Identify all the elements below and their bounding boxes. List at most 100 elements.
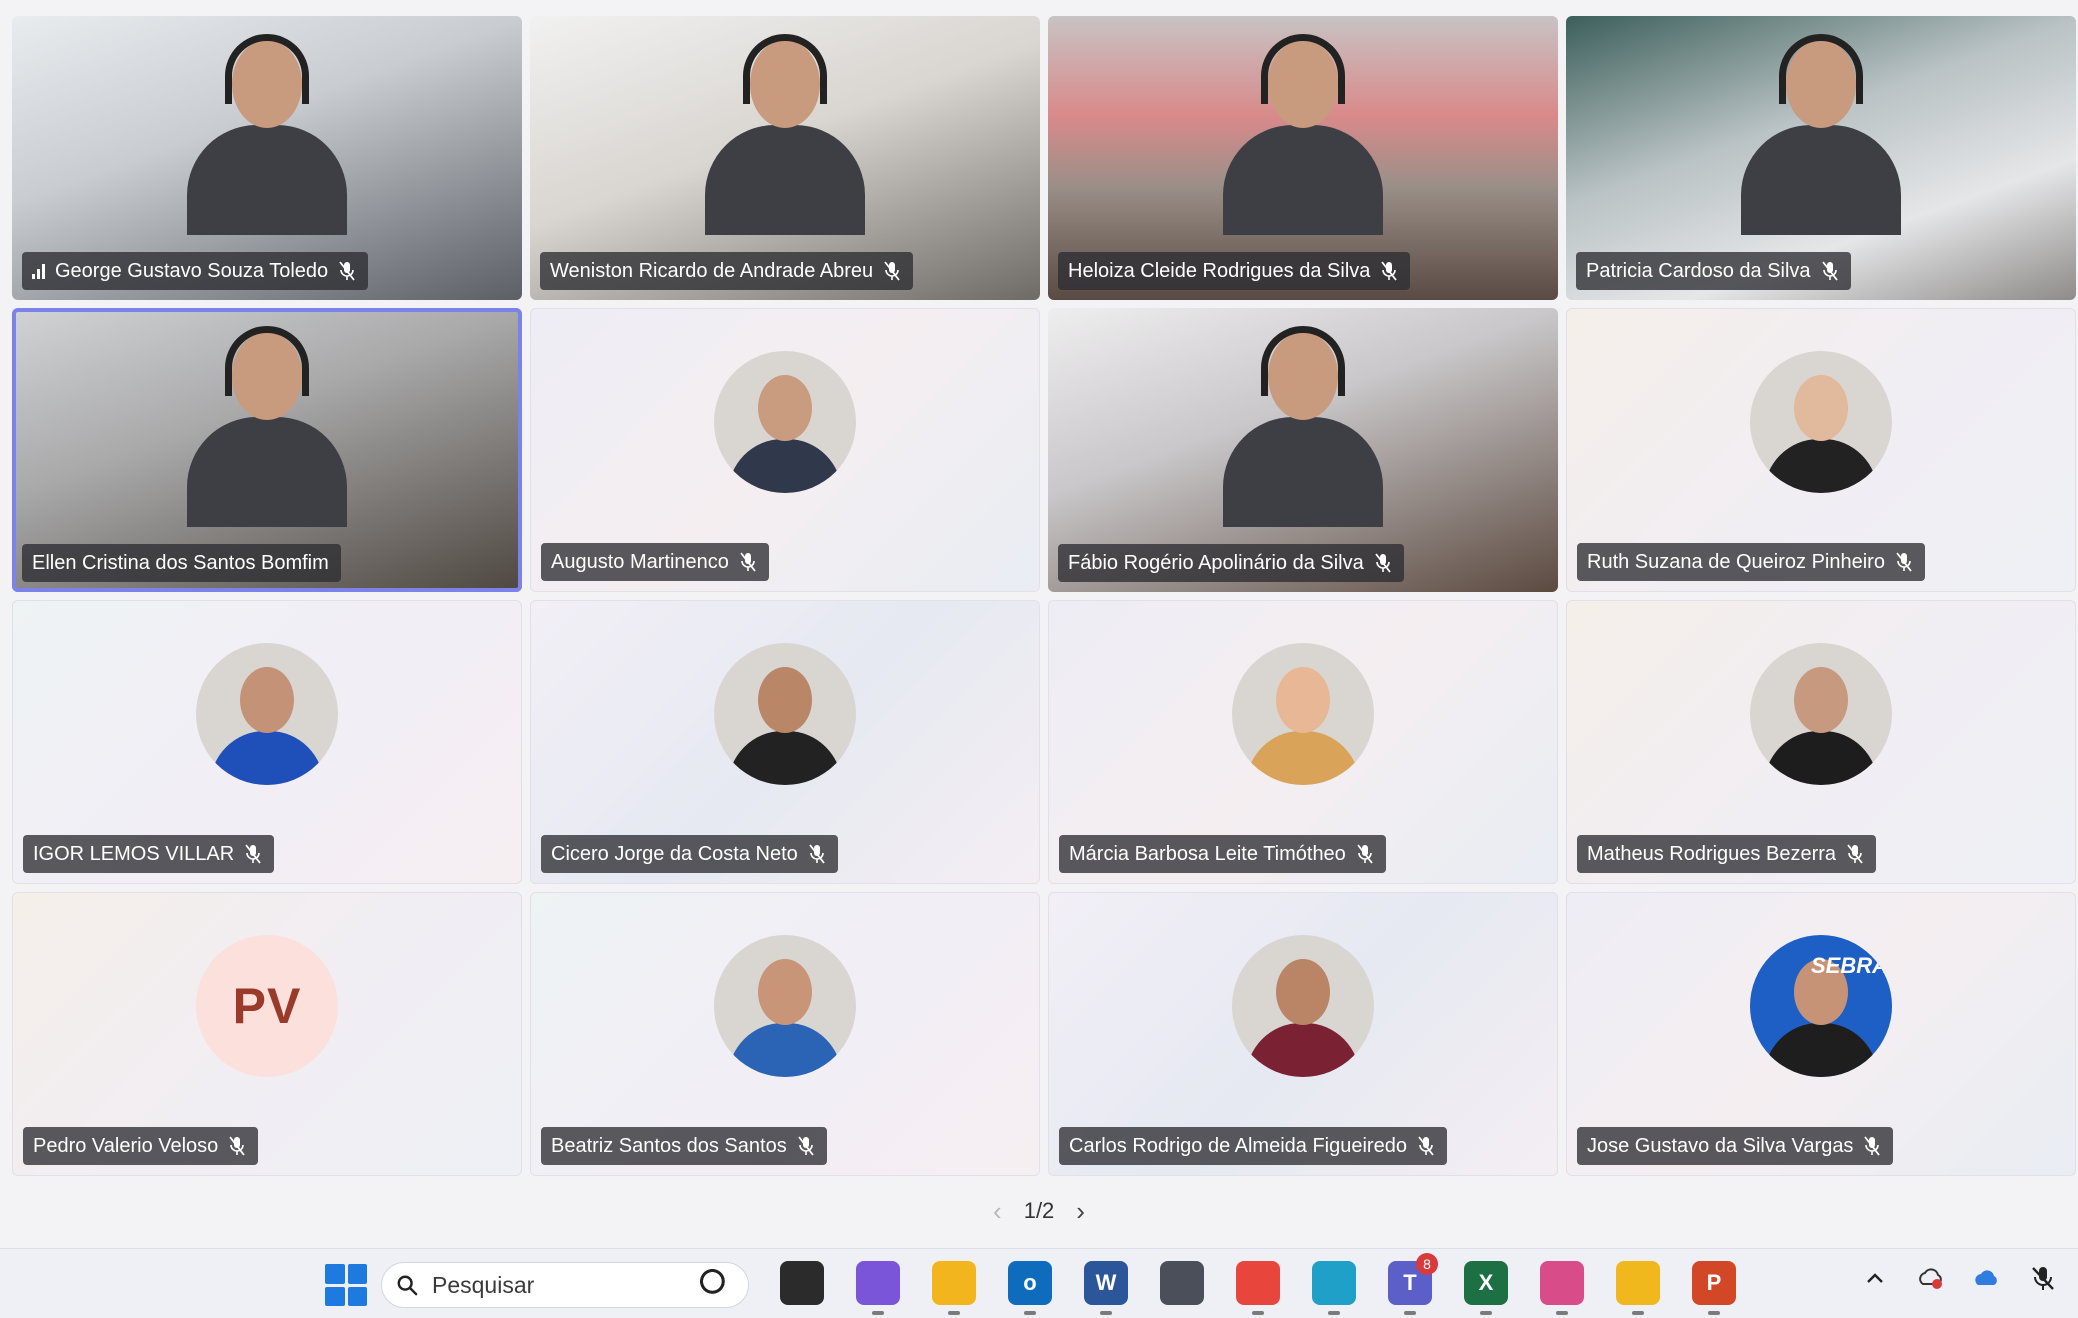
mic-muted-icon — [1381, 261, 1398, 281]
snipping-tool-icon[interactable] — [1540, 1261, 1584, 1315]
participant-name-tag: Augusto Martinenco — [541, 543, 769, 581]
task-view-icon[interactable] — [780, 1261, 824, 1305]
participant-tile[interactable]: SEBRA Jose Gustavo da Silva Vargas — [1566, 892, 2076, 1176]
participant-name-tag: Fábio Rogério Apolinário da Silva — [1058, 544, 1404, 582]
participant-tile[interactable]: Augusto Martinenco — [530, 308, 1040, 592]
app-glyph: X — [1478, 1270, 1494, 1295]
next-page-button[interactable]: › — [1076, 1196, 1085, 1227]
mic-muted-icon — [1896, 552, 1912, 572]
participant-avatar — [1750, 642, 1892, 785]
excel-icon[interactable]: X — [1464, 1261, 1508, 1315]
participant-video — [1223, 30, 1383, 235]
app-glyph: P — [1706, 1270, 1722, 1295]
participant-avatar — [714, 934, 856, 1077]
teams-icon[interactable]: T8 — [1388, 1253, 1438, 1315]
participant-name-tag: Patricia Cardoso da Silva — [1576, 252, 1851, 290]
participant-name: George Gustavo Souza Toledo — [55, 259, 329, 282]
participant-avatar — [714, 350, 856, 493]
onedrive-icon[interactable] — [1972, 1263, 2002, 1293]
mic-muted-icon — [1847, 844, 1863, 864]
m365-copilot-icon[interactable] — [856, 1261, 900, 1315]
running-indicator — [1100, 1311, 1112, 1315]
app-glyph: W — [1095, 1270, 1117, 1295]
participant-name: Jose Gustavo da Silva Vargas — [1587, 1134, 1854, 1157]
participant-tile[interactable]: PV Pedro Valerio Veloso — [12, 892, 522, 1176]
participant-name-tag: Jose Gustavo da Silva Vargas — [1577, 1127, 1894, 1165]
participant-tile[interactable]: Weniston Ricardo de Andrade Abreu — [530, 16, 1040, 300]
participant-name: Ellen Cristina dos Santos Bomfim — [32, 551, 329, 574]
edge-icon[interactable] — [1312, 1261, 1356, 1315]
participant-tile[interactable]: Carlos Rodrigo de Almeida Figueiredo — [1048, 892, 1558, 1176]
chevron-up-icon[interactable] — [1860, 1263, 1890, 1293]
page-navigator: ‹ 1/2 › — [0, 1196, 2078, 1226]
participant-name: Márcia Barbosa Leite Timótheo — [1069, 842, 1346, 865]
mic-muted-icon — [1418, 1136, 1434, 1156]
participant-name: Carlos Rodrigo de Almeida Figueiredo — [1069, 1134, 1407, 1157]
participant-name: Weniston Ricardo de Andrade Abreu — [550, 259, 874, 282]
participant-tile[interactable]: George Gustavo Souza Toledo — [12, 16, 522, 300]
participant-name: Cicero Jorge da Costa Neto — [551, 842, 798, 865]
chrome-icon[interactable] — [1616, 1261, 1660, 1315]
windows-taskbar: Pesquisar o W T8 X P — [0, 1248, 2078, 1318]
mic-muted-icon — [884, 261, 900, 281]
participant-tile[interactable]: Heloiza Cleide Rodrigues da Silva — [1048, 16, 1558, 300]
participant-name-tag: Weniston Ricardo de Andrade Abreu — [540, 252, 914, 290]
running-indicator — [1328, 1311, 1340, 1315]
participant-name: Ruth Suzana de Queiroz Pinheiro — [1587, 550, 1885, 573]
participant-tile[interactable]: Patricia Cardoso da Silva — [1566, 16, 2076, 300]
calculator-icon[interactable] — [1160, 1261, 1204, 1305]
participant-video — [187, 322, 347, 527]
running-indicator — [1404, 1311, 1416, 1315]
page-indicator: 1/2 — [1023, 1198, 1055, 1223]
participant-tile[interactable]: Ruth Suzana de Queiroz Pinheiro — [1566, 308, 2076, 592]
participant-grid: George Gustavo Souza Toledo Weniston Rica… — [12, 16, 2076, 1176]
pinned-apps: o W T8 X P — [780, 1253, 1736, 1315]
mic-muted-icon — [339, 261, 355, 281]
mic-muted-icon — [740, 552, 756, 572]
microphone-muted-icon[interactable] — [2028, 1263, 2058, 1293]
participant-name: Fábio Rogério Apolinário da Silva — [1068, 551, 1364, 574]
participant-avatar — [196, 642, 338, 785]
participant-tile[interactable]: Fábio Rogério Apolinário da Silva — [1048, 308, 1558, 592]
participant-name-tag: George Gustavo Souza Toledo — [22, 252, 369, 290]
windows-start-icon[interactable] — [325, 1264, 367, 1306]
participant-name-tag: Ruth Suzana de Queiroz Pinheiro — [1577, 543, 1925, 581]
running-indicator — [872, 1311, 884, 1315]
participant-name-tag: Cicero Jorge da Costa Neto — [541, 835, 838, 873]
participant-name: Heloiza Cleide Rodrigues da Silva — [1068, 259, 1371, 282]
participant-tile[interactable]: Ellen Cristina dos Santos Bomfim — [12, 308, 522, 592]
participant-tile[interactable]: Márcia Barbosa Leite Timótheo — [1048, 600, 1558, 884]
powerpoint-icon[interactable]: P — [1692, 1261, 1736, 1315]
participant-avatar: SEBRA — [1750, 934, 1892, 1077]
word-icon[interactable]: W — [1084, 1261, 1128, 1315]
participant-name: Patricia Cardoso da Silva — [1586, 259, 1811, 282]
mic-muted-icon — [809, 844, 825, 864]
participant-tile[interactable]: Beatriz Santos dos Santos — [530, 892, 1040, 1176]
participant-tile[interactable]: IGOR LEMOS VILLAR — [12, 600, 522, 884]
running-indicator — [1024, 1311, 1036, 1315]
cloud-error-icon[interactable] — [1916, 1263, 1946, 1293]
meeting-stage: George Gustavo Souza Toledo Weniston Rica… — [0, 0, 2078, 1248]
signal-strength-icon — [32, 263, 45, 279]
participant-name: Augusto Martinenco — [551, 550, 729, 573]
mic-muted-icon — [1821, 261, 1838, 281]
participant-tile[interactable]: Cicero Jorge da Costa Neto — [530, 600, 1040, 884]
search-highlight-icon — [698, 1267, 734, 1303]
file-explorer-icon[interactable] — [932, 1261, 976, 1315]
participant-video — [187, 30, 347, 235]
taskbar-search-box[interactable]: Pesquisar — [381, 1262, 749, 1308]
running-indicator — [1556, 1311, 1568, 1315]
mic-muted-icon — [1864, 1136, 1881, 1156]
participant-tile[interactable]: Matheus Rodrigues Bezerra — [1566, 600, 2076, 884]
search-placeholder: Pesquisar — [432, 1271, 535, 1298]
participant-name-tag: IGOR LEMOS VILLAR — [23, 835, 275, 873]
participant-video — [1223, 322, 1383, 527]
running-indicator — [1252, 1311, 1264, 1315]
search-icon — [397, 1275, 418, 1296]
participant-name: Beatriz Santos dos Santos — [551, 1134, 787, 1157]
outlook-icon[interactable]: o — [1008, 1261, 1052, 1315]
participant-video — [705, 30, 865, 235]
prev-page-button[interactable]: ‹ — [993, 1196, 1002, 1227]
running-indicator — [948, 1311, 960, 1315]
chrome-profile-icon[interactable] — [1236, 1261, 1280, 1315]
